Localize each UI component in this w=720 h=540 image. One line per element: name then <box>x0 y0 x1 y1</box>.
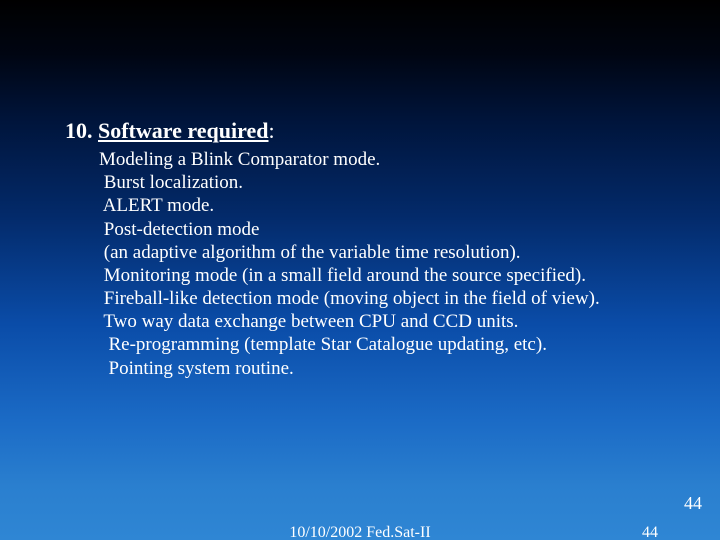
heading-number: 10. <box>65 118 93 143</box>
body-line: Modeling a Blink Comparator mode. <box>99 148 665 171</box>
slide: 10. Software required: Modeling a Blink … <box>0 0 720 540</box>
heading-colon: : <box>269 118 275 143</box>
body-line: Two way data exchange between CPU and CC… <box>99 310 665 333</box>
content-block: 10. Software required: Modeling a Blink … <box>65 118 665 380</box>
body-line: Monitoring mode (in a small field around… <box>99 264 665 287</box>
body-text: Modeling a Blink Comparator mode. Burst … <box>65 148 665 380</box>
body-line: Post-detection mode <box>99 218 665 241</box>
section-heading: 10. Software required: <box>65 118 665 144</box>
body-line: Pointing system routine. <box>99 357 665 380</box>
body-line: Re-programming (template Star Catalogue … <box>99 333 665 356</box>
body-line: (an adaptive algorithm of the variable t… <box>99 241 665 264</box>
footer-date: 10/10/2002 Fed.Sat-II <box>0 524 720 540</box>
page-number-outer: 44 <box>684 493 702 514</box>
body-line: Burst localization. <box>99 171 665 194</box>
body-line: Fireball-like detection mode (moving obj… <box>99 287 665 310</box>
body-line: ALERT mode. <box>99 194 665 217</box>
heading-title: Software required <box>98 118 269 143</box>
page-number-inner: 44 <box>642 524 658 540</box>
